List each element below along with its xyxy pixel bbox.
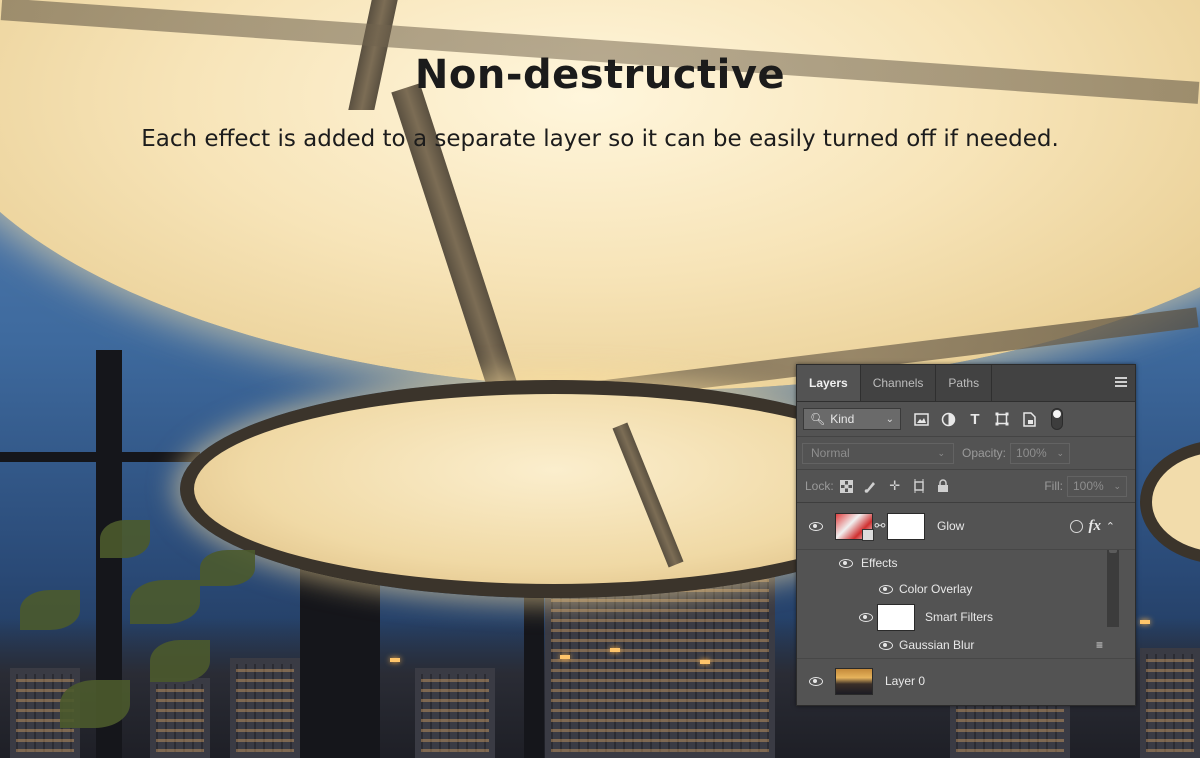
layer-mask-thumbnail[interactable] <box>887 512 925 540</box>
city-light <box>700 660 710 664</box>
layer-badges: fx <box>1069 518 1102 535</box>
filter-row-gaussian-blur[interactable]: Gaussian Blur ≡ <box>797 632 1135 658</box>
page-subtitle: Each effect is added to a separate layer… <box>141 126 1059 152</box>
plant-leaf <box>150 640 210 682</box>
effect-row-color-overlay[interactable]: Color Overlay <box>797 576 1135 602</box>
tab-layers[interactable]: Layers <box>797 365 861 401</box>
visibility-eye-icon[interactable] <box>839 558 853 568</box>
smart-filters-row[interactable]: Smart Filters <box>797 602 1135 632</box>
plant-leaf <box>100 520 150 558</box>
layer-thumbnail <box>835 512 874 541</box>
lock-artboard-icon[interactable] <box>912 479 926 493</box>
blending-options-icon[interactable] <box>1069 519 1083 533</box>
building <box>150 678 210 758</box>
plant-leaf <box>130 580 200 624</box>
blend-mode-dropdown[interactable]: Normal ⌄ <box>802 442 954 464</box>
plant-leaf <box>20 590 80 630</box>
visibility-eye-icon[interactable] <box>809 521 823 531</box>
smart-filters-label: Smart Filters <box>925 610 994 624</box>
city-light <box>1140 620 1150 624</box>
building <box>545 573 775 758</box>
chevron-down-icon: ⌄ <box>1056 447 1065 458</box>
fx-icon[interactable]: fx <box>1089 518 1102 535</box>
search-icon: 🔍︎ <box>810 412 826 426</box>
layers-panel: Layers Channels Paths 🔍︎ Kind ⌄ T Normal… <box>796 364 1136 706</box>
shape-filter-icon[interactable] <box>994 411 1010 427</box>
kind-filter-label: Kind <box>830 412 855 426</box>
opacity-label: Opacity: <box>962 446 1007 460</box>
plant-leaf <box>60 680 130 728</box>
lock-image-pixels-icon[interactable] <box>864 479 878 493</box>
effects-row[interactable]: Effects <box>797 550 1135 576</box>
lock-row: Lock: ✛ Fill: 100% ⌄ <box>797 470 1135 503</box>
effect-name: Color Overlay <box>899 582 973 596</box>
filter-toggle-switch[interactable] <box>1051 408 1063 430</box>
lock-position-icon[interactable]: ✛ <box>888 478 902 493</box>
adjustment-filter-icon[interactable] <box>940 411 956 427</box>
visibility-eye-icon[interactable] <box>859 612 873 622</box>
chevron-down-icon: ⌄ <box>1113 480 1121 491</box>
smart-filter-mask-thumbnail[interactable] <box>877 603 915 631</box>
visibility-eye-icon[interactable] <box>879 584 893 594</box>
type-filter-icon[interactable]: T <box>967 411 983 428</box>
chevron-down-icon: ⌄ <box>937 447 945 458</box>
fill-group: Fill: 100% ⌄ <box>1036 475 1127 497</box>
window-frame <box>0 452 200 462</box>
chevron-up-icon[interactable]: ⌃ <box>1106 520 1115 533</box>
panel-tab-bar: Layers Channels Paths <box>797 365 1135 402</box>
image-filter-icon[interactable] <box>913 411 929 427</box>
blend-mode-value: Normal <box>811 446 850 460</box>
building <box>1140 648 1200 758</box>
filter-row: 🔍︎ Kind ⌄ T <box>797 402 1135 437</box>
page-title: Non-destructive <box>414 52 786 98</box>
opacity-field[interactable]: 100% ⌄ <box>1010 442 1071 464</box>
panel-menu-icon[interactable] <box>1115 377 1127 387</box>
building <box>230 658 300 758</box>
visibility-eye-icon[interactable] <box>879 640 893 650</box>
layer-name: Glow <box>937 519 965 533</box>
layer-list: ⚯ Glow fx ⌃ Effects Color Overlay Smart … <box>797 503 1135 703</box>
fill-field[interactable]: 100% ⌄ <box>1067 475 1127 497</box>
layer-thumbnail <box>835 667 873 695</box>
visibility-eye-icon[interactable] <box>809 676 823 686</box>
effects-label: Effects <box>861 556 898 570</box>
chevron-down-icon: ⌄ <box>885 413 894 425</box>
fill-value: 100% <box>1073 479 1104 493</box>
fill-label: Fill: <box>1044 479 1063 493</box>
city-light <box>610 648 620 652</box>
lock-transparent-pixels-icon[interactable] <box>840 479 854 493</box>
plant-leaf <box>200 550 255 586</box>
lock-label: Lock: <box>805 479 834 493</box>
filter-icons: T <box>913 408 1063 430</box>
layer-row-layer-0[interactable]: Layer 0 <box>797 658 1135 703</box>
blend-row: Normal ⌄ Opacity: 100% ⌄ <box>797 437 1135 470</box>
tab-paths[interactable]: Paths <box>936 365 993 401</box>
filter-blending-options-icon[interactable]: ≡ <box>1096 638 1103 652</box>
link-icon[interactable]: ⚯ <box>873 518 887 534</box>
layer-row-glow[interactable]: ⚯ Glow fx ⌃ <box>797 503 1135 550</box>
city-light <box>390 658 400 662</box>
kind-filter-dropdown[interactable]: 🔍︎ Kind ⌄ <box>803 408 901 430</box>
tab-channels[interactable]: Channels <box>861 365 937 401</box>
building <box>415 668 495 758</box>
lock-all-icon[interactable] <box>936 479 950 493</box>
smart-object-filter-icon[interactable] <box>1021 411 1037 427</box>
opacity-value: 100% <box>1016 446 1047 460</box>
city-light <box>560 655 570 659</box>
lock-icons: ✛ <box>840 478 950 493</box>
layer-name: Layer 0 <box>885 674 926 688</box>
building <box>950 698 1070 758</box>
filter-name: Gaussian Blur <box>899 638 975 652</box>
